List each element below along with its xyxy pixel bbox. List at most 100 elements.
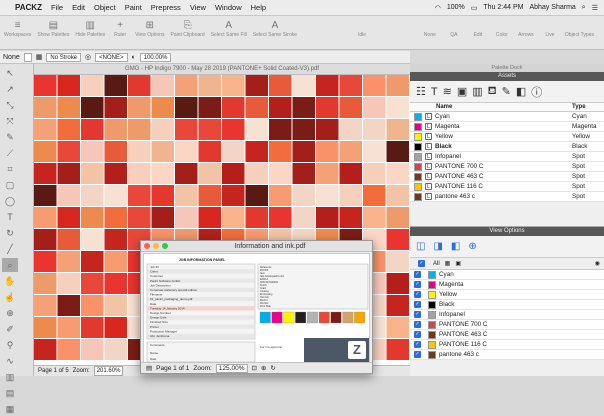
menu-object[interactable]: Object xyxy=(94,3,116,12)
lock-icon[interactable]: L xyxy=(425,163,432,170)
knife-tool-icon[interactable]: ⟋ xyxy=(2,146,18,160)
ink-checkbox[interactable]: ✓ xyxy=(414,341,421,348)
lock-icon[interactable]: L xyxy=(425,113,432,120)
ink-checkbox[interactable]: ✓ xyxy=(414,331,421,338)
spot-icon[interactable]: ▣ xyxy=(455,260,461,267)
ink-checkbox[interactable]: ✓ xyxy=(414,321,421,328)
preview-icon[interactable]: ◧ xyxy=(451,241,460,252)
mode-none-button[interactable]: None xyxy=(421,19,439,38)
lock-icon[interactable]: L xyxy=(425,143,432,150)
barcode-icon[interactable]: ▥ xyxy=(472,85,482,98)
swatch-row[interactable]: Lpantone 463 c Spot xyxy=(410,192,604,202)
swatch-row[interactable]: L Yellow Yellow xyxy=(410,132,604,142)
menu-prepress[interactable]: Prepress xyxy=(151,3,181,12)
direct-select-tool-icon[interactable]: ↗ xyxy=(2,82,18,96)
ellipse-tool-icon[interactable]: ◯ xyxy=(2,194,18,208)
hide-palettes-button[interactable]: ▥ Hide Palettes xyxy=(75,19,105,38)
paint-icon[interactable]: ⛾ xyxy=(488,85,497,99)
eye-icon[interactable]: ◉ xyxy=(595,260,600,267)
eyedropper-icon[interactable]: ◎ xyxy=(85,53,91,61)
pdf-zoom-input[interactable]: 125.00% xyxy=(215,363,248,373)
ink-row[interactable]: ✓ Magenta xyxy=(410,280,604,290)
eyedropper-tool-icon[interactable]: ⚲ xyxy=(2,338,18,352)
name-column-header[interactable]: Name xyxy=(436,104,572,110)
lock-icon[interactable]: L xyxy=(425,123,432,130)
zoom-in-icon[interactable]: ⊕ xyxy=(261,364,266,372)
menu-view[interactable]: View xyxy=(190,3,206,12)
view-options-button[interactable]: ⊞ View Options xyxy=(135,19,164,38)
swatch-row[interactable]: L Cyan Cyan xyxy=(410,112,604,122)
menu-app-name[interactable]: PACKZ xyxy=(15,3,42,12)
swatch-row[interactable]: L PANTONE 463 C Spot xyxy=(410,172,604,182)
swatch-row[interactable]: L PANTONE 116 C Spot xyxy=(410,182,604,192)
line-tool-icon[interactable]: ╱ xyxy=(2,242,18,256)
separation-icon[interactable]: ◫ xyxy=(416,241,425,252)
select-same-fill-button[interactable]: A Select Same Fill xyxy=(211,19,247,38)
target-icon[interactable]: ⊕ xyxy=(468,241,476,252)
ink-checkbox[interactable]: ✓ xyxy=(414,311,421,318)
lock-icon[interactable]: L xyxy=(425,173,432,180)
text-style-icon[interactable]: T xyxy=(431,86,438,98)
select-same-stroke-button[interactable]: A Select Same Stroke xyxy=(253,19,297,38)
layers-icon[interactable]: ≋ xyxy=(443,85,452,98)
measure-tool-icon[interactable]: ⊕ xyxy=(2,306,18,320)
menu-edit[interactable]: Edit xyxy=(72,3,85,12)
show-palettes-button[interactable]: ▤ Show Palettes xyxy=(37,19,69,38)
swatch-row[interactable]: L Black Black xyxy=(410,142,604,152)
lock-icon[interactable]: L xyxy=(425,153,432,160)
mode-qa-button[interactable]: QA xyxy=(445,19,463,38)
ink-checkbox[interactable]: ✓ xyxy=(414,281,421,288)
zoom-window-button[interactable] xyxy=(162,243,168,249)
ink-row[interactable]: ✓ Black xyxy=(410,300,604,310)
ink-row[interactable]: ✓ PANTONE 700 C xyxy=(410,320,604,330)
crop-tool-icon[interactable]: ⌗ xyxy=(2,162,18,176)
opacity-input[interactable]: 100.00% xyxy=(139,52,172,62)
swatch-row[interactable]: L PANTONE 700 C Spot xyxy=(410,162,604,172)
search-icon[interactable]: ⌕ xyxy=(582,4,586,12)
mode-live-button[interactable]: Live xyxy=(541,19,559,38)
minimize-window-button[interactable] xyxy=(153,243,159,249)
ruler-button[interactable]: + Ruler xyxy=(111,19,129,38)
ink-row[interactable]: ✓ Cyan xyxy=(410,270,604,280)
barcode-tool-icon[interactable]: ▥ xyxy=(2,370,18,384)
battery-text[interactable]: 100% xyxy=(447,4,465,11)
list-icon[interactable]: ☷ xyxy=(416,85,426,98)
info-icon[interactable]: ⓘ xyxy=(531,84,542,100)
lock-icon[interactable]: L xyxy=(425,183,432,190)
ink-row[interactable]: ✓ PANTONE 463 C xyxy=(410,330,604,340)
lock-icon[interactable]: L xyxy=(425,193,432,200)
ink-checkbox[interactable]: ✓ xyxy=(414,271,421,278)
mode-edit-button[interactable]: Edit xyxy=(469,19,487,38)
swatch-row[interactable]: L Infopanel Spot xyxy=(410,152,604,162)
swatch-icon[interactable]: ◧ xyxy=(516,85,526,98)
ink-row[interactable]: ✓ Infopanel xyxy=(410,310,604,320)
grid-tool-icon[interactable]: ▦ xyxy=(2,402,18,416)
ink-row[interactable]: ✓ Yellow xyxy=(410,290,604,300)
rectangle-tool-icon[interactable]: ▢ xyxy=(2,178,18,192)
hand-tool-icon[interactable]: ☝ xyxy=(2,290,18,304)
menu-paint[interactable]: Paint xyxy=(125,3,142,12)
cmyk-icon[interactable]: ▦ xyxy=(445,260,451,267)
clock[interactable]: Thu 2:44 PM xyxy=(483,4,523,11)
blend-tool-icon[interactable]: ∿ xyxy=(2,354,18,368)
ink-row[interactable]: ✓ PANTONE 116 C xyxy=(410,340,604,350)
brush-icon[interactable]: ✎ xyxy=(502,85,511,98)
lock-icon[interactable]: L xyxy=(425,133,432,140)
pan-tool-icon[interactable]: ✋ xyxy=(2,274,18,288)
menu-file[interactable]: File xyxy=(51,3,63,12)
fill-swatch[interactable] xyxy=(23,52,32,62)
image-icon[interactable]: ▣ xyxy=(457,85,467,98)
user-name[interactable]: Abhay Sharma xyxy=(529,4,575,11)
pen-tool-icon[interactable]: ✐ xyxy=(2,322,18,336)
ink-checkbox[interactable]: ✓ xyxy=(414,301,421,308)
page-thumb-icon[interactable]: ▤ xyxy=(146,364,152,372)
close-window-button[interactable] xyxy=(144,243,150,249)
paint-clipboard-button[interactable]: ⎘ Paint Clipboard xyxy=(171,19,205,38)
type-column-header[interactable]: Type xyxy=(572,104,604,110)
battery-icon[interactable]: ▭ xyxy=(471,4,478,12)
brush-tool-icon[interactable]: ✎ xyxy=(2,130,18,144)
workspaces-button[interactable]: ≡ Workspaces xyxy=(4,19,31,38)
mode-color-button[interactable]: Color xyxy=(493,19,511,38)
overprint-icon[interactable]: ◨ xyxy=(433,241,442,252)
wifi-icon[interactable]: ◠ xyxy=(435,4,441,12)
